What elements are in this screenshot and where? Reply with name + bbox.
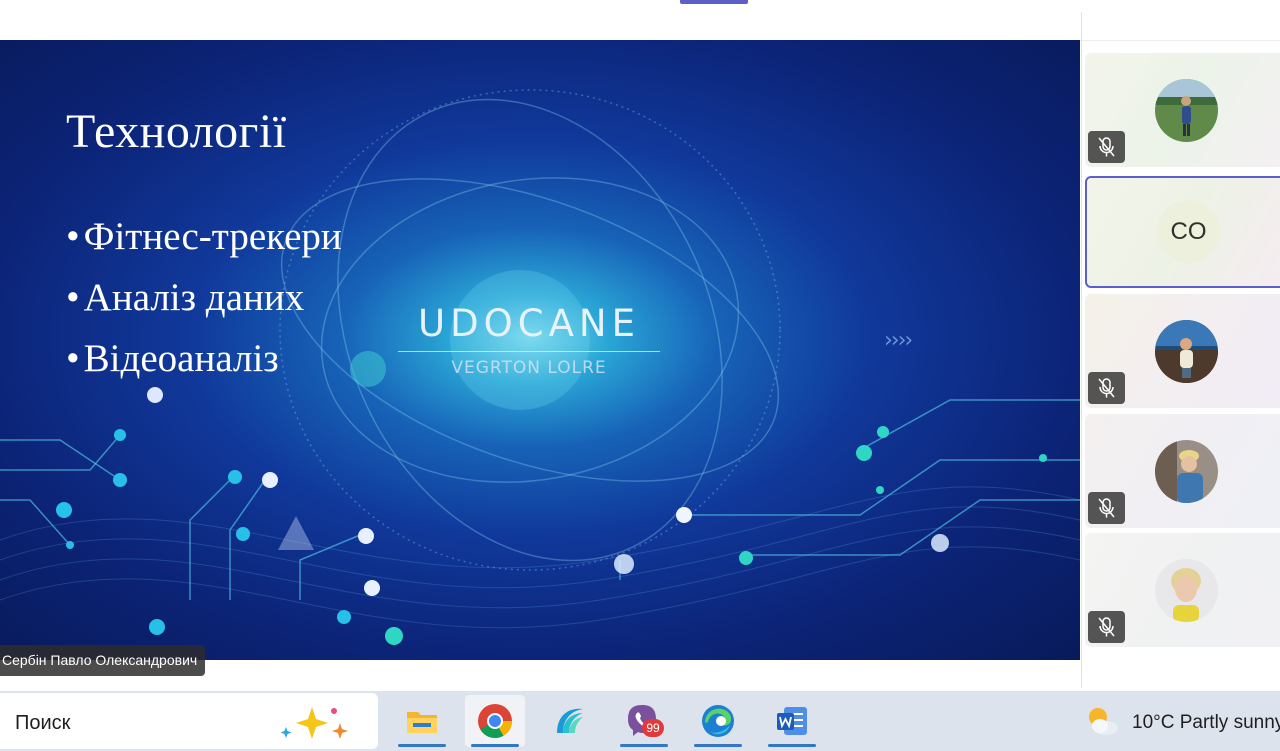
taskbar-viber[interactable]: 99 xyxy=(614,695,674,747)
windows-taskbar: Поиск 99 10°C Partly sunny xyxy=(0,691,1280,751)
participant-tile-active-speaker[interactable]: CO xyxy=(1085,176,1280,288)
active-view-indicator xyxy=(680,0,748,4)
slide-title: Технології xyxy=(66,105,287,158)
mic-muted-icon xyxy=(1088,372,1125,404)
slide-logo-subtext: VEGRTON LOLRE xyxy=(451,358,607,378)
slide-bullet-list: Фітнес-трекери Аналіз даних Відеоаналіз xyxy=(66,206,342,389)
running-indicator xyxy=(694,744,742,747)
mic-muted-icon xyxy=(1088,611,1125,643)
notification-badge: 99 xyxy=(642,719,664,737)
badge-count: 99 xyxy=(646,721,660,735)
slide-bullet: Фітнес-трекери xyxy=(66,206,342,267)
participant-tile[interactable] xyxy=(1085,533,1280,647)
edge-icon xyxy=(702,705,734,737)
slide-logo-text: UDOCANE xyxy=(418,302,640,345)
participant-avatar xyxy=(1155,440,1218,503)
folder-icon xyxy=(407,712,437,733)
taskbar-wave-app[interactable] xyxy=(539,695,599,747)
participant-initials: CO xyxy=(1157,200,1220,263)
wave-app-icon xyxy=(557,708,583,733)
meeting-top-bar xyxy=(0,0,1280,41)
taskbar-file-explorer[interactable] xyxy=(392,695,452,747)
participant-avatar xyxy=(1155,320,1218,383)
mic-muted-icon xyxy=(1088,131,1125,163)
running-indicator xyxy=(398,744,446,747)
slide-bullet: Відеоаналіз xyxy=(66,328,342,389)
search-label: Поиск xyxy=(15,712,71,734)
rail-divider xyxy=(1081,12,1082,688)
taskbar-edge[interactable] xyxy=(688,695,748,747)
participant-tile[interactable] xyxy=(1085,294,1280,408)
running-indicator xyxy=(620,744,668,747)
copilot-sparkle-icon xyxy=(280,707,348,739)
participant-tile[interactable] xyxy=(1085,414,1280,528)
participant-tile[interactable] xyxy=(1085,53,1280,167)
participant-avatar xyxy=(1155,79,1218,142)
slide-logo-divider xyxy=(398,351,660,352)
partly-sunny-icon xyxy=(1089,708,1118,735)
taskbar-weather-widget[interactable]: 10°C Partly sunny xyxy=(1080,699,1280,743)
participant-avatar xyxy=(1155,559,1218,622)
taskbar-chrome[interactable] xyxy=(465,695,525,747)
running-indicator xyxy=(768,744,816,747)
chrome-icon xyxy=(478,704,512,738)
running-indicator xyxy=(471,744,519,747)
chevrons-decoration: ›››› xyxy=(884,328,913,353)
shared-content-stage: Технології Фітнес-трекери Аналіз даних В… xyxy=(0,40,1080,660)
weather-text: 10°C Partly sunny xyxy=(1132,712,1280,733)
word-icon xyxy=(777,707,807,735)
slide-bullet: Аналіз даних xyxy=(66,267,342,328)
taskbar-search-box[interactable]: Поиск xyxy=(0,693,378,749)
presenter-name-label: Сербін Павло Олександрович xyxy=(0,645,206,676)
taskbar-word[interactable] xyxy=(762,695,822,747)
mic-muted-icon xyxy=(1088,492,1125,524)
